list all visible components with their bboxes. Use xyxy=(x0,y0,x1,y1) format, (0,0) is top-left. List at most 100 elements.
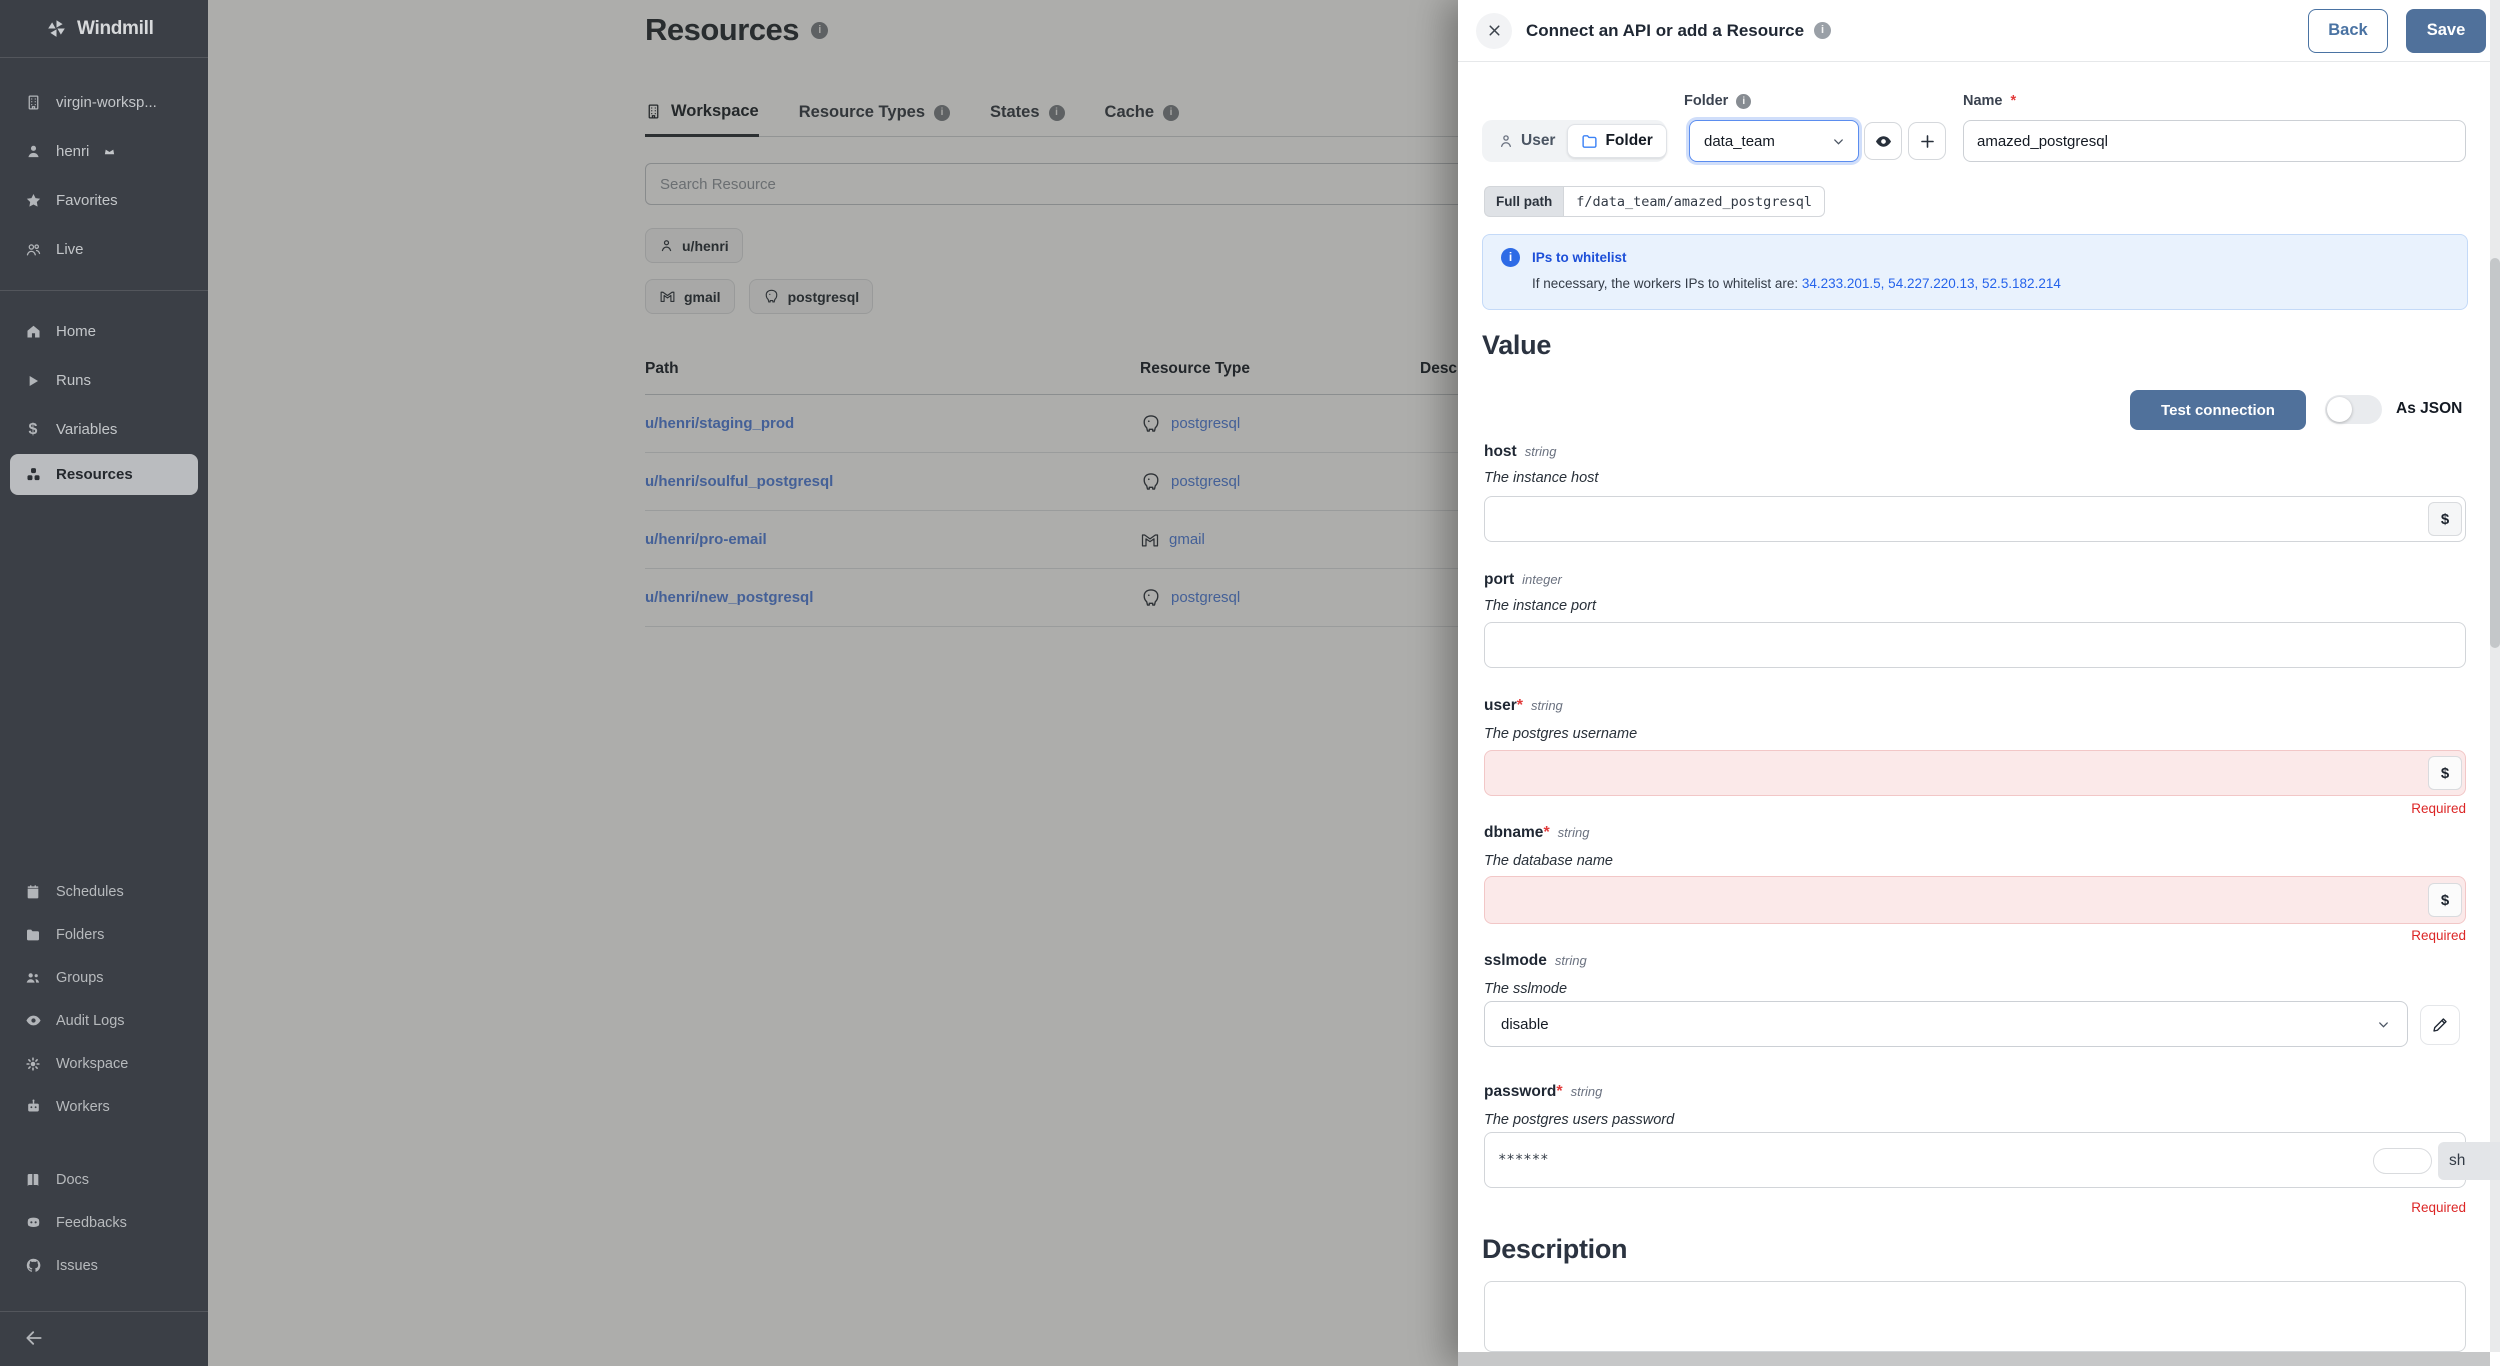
link-label: Issues xyxy=(56,1257,98,1274)
drawer-scrollbar-horizontal[interactable] xyxy=(1458,1352,2490,1366)
resource-type-label[interactable]: postgresql xyxy=(1171,473,1240,490)
close-button[interactable] xyxy=(1476,12,1512,49)
whitelist-ips[interactable]: 34.233.201.5, 54.227.220.13, 52.5.182.21… xyxy=(1802,276,2061,291)
owner-kind-user[interactable]: User xyxy=(1486,124,1567,158)
tab-resource-types[interactable]: Resource Types xyxy=(799,102,950,136)
password-input[interactable]: ****** xyxy=(1484,1132,2466,1188)
password-field-desc: The postgres users password xyxy=(1484,1112,1675,1128)
sidebar-item-docs[interactable]: Docs xyxy=(0,1158,208,1201)
sidebar-nav-group: Home Runs $ Variables Resources xyxy=(0,297,208,505)
sidebar-item-workspace-switcher[interactable]: virgin-worksp... xyxy=(0,78,208,127)
favorites-label: Favorites xyxy=(56,192,118,209)
sidebar-item-favorites[interactable]: Favorites xyxy=(0,176,208,225)
test-connection-button[interactable]: Test connection xyxy=(2130,390,2306,430)
sidebar-item-home[interactable]: Home xyxy=(0,307,208,356)
port-field-label: port integer xyxy=(1484,571,1562,588)
back-button[interactable]: Back xyxy=(2308,8,2388,53)
sidebar-item-workers[interactable]: Workers xyxy=(0,1085,208,1128)
info-icon[interactable] xyxy=(811,21,829,39)
dbname-field-desc: The database name xyxy=(1484,853,1613,869)
owner-filter-chip[interactable]: u/henri xyxy=(645,228,743,263)
sslmode-edit-button[interactable] xyxy=(2420,1005,2460,1045)
tab-cache[interactable]: Cache xyxy=(1105,102,1180,136)
sidebar-item-runs[interactable]: Runs xyxy=(0,356,208,405)
password-show-toggle[interactable] xyxy=(2373,1148,2432,1174)
host-variable-button[interactable]: $ xyxy=(2428,502,2462,536)
drawer-title: Connect an API or add a Resource xyxy=(1526,21,1832,41)
admin-label: Audit Logs xyxy=(56,1012,125,1029)
sslmode-field-desc: The sslmode xyxy=(1484,981,1568,997)
page-title: Resources xyxy=(645,12,829,48)
sidebar-item-user[interactable]: henri xyxy=(0,127,208,176)
sidebar-item-audit-logs[interactable]: Audit Logs xyxy=(0,999,208,1042)
resource-path-link[interactable]: u/henri/new_postgresql xyxy=(645,589,1140,606)
resource-path-link[interactable]: u/henri/staging_prod xyxy=(645,415,1140,432)
building-icon xyxy=(24,94,42,111)
sidebar-item-schedules[interactable]: Schedules xyxy=(0,870,208,913)
sidebar-item-issues[interactable]: Issues xyxy=(0,1244,208,1287)
tab-workspace[interactable]: Workspace xyxy=(645,102,759,137)
sidebar-item-live[interactable]: Live xyxy=(0,225,208,274)
info-icon xyxy=(934,104,950,121)
dbname-input[interactable] xyxy=(1484,876,2466,924)
table-row[interactable]: u/henri/pro-email gmail xyxy=(645,511,1458,569)
chevron-down-icon xyxy=(1831,134,1846,149)
as-json-toggle[interactable] xyxy=(2325,395,2382,424)
type-filter-gmail[interactable]: gmail xyxy=(645,279,735,314)
save-button[interactable]: Save xyxy=(2406,8,2486,53)
tab-states[interactable]: States xyxy=(990,102,1065,136)
resource-type-label[interactable]: postgresql xyxy=(1171,415,1240,432)
star-icon xyxy=(24,192,42,209)
resource-path-link[interactable]: u/henri/pro-email xyxy=(645,531,1140,548)
owner-kind-folder[interactable]: Folder xyxy=(1567,124,1667,158)
windmill-logo-icon xyxy=(46,18,67,39)
dbname-field-label: dbname* string xyxy=(1484,824,1590,841)
arrow-left-icon xyxy=(24,1328,208,1348)
resource-type-label[interactable]: postgresql xyxy=(1171,589,1240,606)
user-field-desc: The postgres username xyxy=(1484,726,1638,742)
sidebar-item-workspace-settings[interactable]: Workspace xyxy=(0,1042,208,1085)
sidebar-item-feedbacks[interactable]: Feedbacks xyxy=(0,1201,208,1244)
sslmode-field-label: sslmode string xyxy=(1484,952,1587,969)
view-folder-button[interactable] xyxy=(1864,122,1902,160)
owner-kind-toggle: User Folder xyxy=(1482,120,1667,162)
table-row[interactable]: u/henri/soulful_postgresql postgresql xyxy=(645,453,1458,511)
name-input[interactable] xyxy=(1963,120,2466,162)
search-input[interactable] xyxy=(645,163,1458,205)
play-icon xyxy=(24,373,42,389)
add-folder-button[interactable] xyxy=(1908,122,1946,160)
info-icon xyxy=(1814,22,1832,39)
table-row[interactable]: u/henri/new_postgresql postgresql xyxy=(645,569,1458,627)
full-path: Full path f/data_team/amazed_postgresql xyxy=(1484,186,1825,217)
sidebar-item-groups[interactable]: Groups xyxy=(0,956,208,999)
sslmode-select[interactable]: disable xyxy=(1484,1001,2408,1047)
link-label: Docs xyxy=(56,1171,90,1188)
dbname-variable-button[interactable]: $ xyxy=(2428,883,2462,917)
sidebar-item-folders[interactable]: Folders xyxy=(0,913,208,956)
user-field-label: user* string xyxy=(1484,697,1563,714)
port-input[interactable] xyxy=(1484,622,2466,668)
sidebar-item-resources[interactable]: Resources xyxy=(10,454,198,495)
sidebar-collapse[interactable] xyxy=(0,1311,208,1366)
description-textarea[interactable] xyxy=(1484,1281,2466,1352)
sidebar-item-variables[interactable]: $ Variables xyxy=(0,405,208,454)
user-variable-button[interactable]: $ xyxy=(2428,756,2462,790)
resource-type-label[interactable]: gmail xyxy=(1169,531,1205,548)
table-row[interactable]: u/henri/staging_prod postgresql xyxy=(645,395,1458,453)
admin-label: Groups xyxy=(56,969,104,986)
host-input[interactable] xyxy=(1484,496,2466,542)
nav-label: Variables xyxy=(56,421,118,438)
user-input[interactable] xyxy=(1484,750,2466,796)
brand[interactable]: Windmill xyxy=(0,0,208,58)
person-icon xyxy=(24,143,42,160)
info-icon xyxy=(1163,104,1180,121)
close-icon xyxy=(1488,25,1500,36)
show-password-tooltip: sh xyxy=(2438,1142,2500,1180)
resource-path-link[interactable]: u/henri/soulful_postgresql xyxy=(645,473,1140,490)
live-label: Live xyxy=(56,241,84,258)
admin-label: Workers xyxy=(56,1098,110,1115)
type-filter-postgresql[interactable]: postgresql xyxy=(748,279,874,314)
resources-page: Resources Workspace Resource Types State… xyxy=(208,0,1458,1366)
ips-whitelist-callout: IPs to whitelist If necessary, the worke… xyxy=(1482,234,2468,310)
folder-select[interactable]: data_team xyxy=(1689,120,1859,162)
